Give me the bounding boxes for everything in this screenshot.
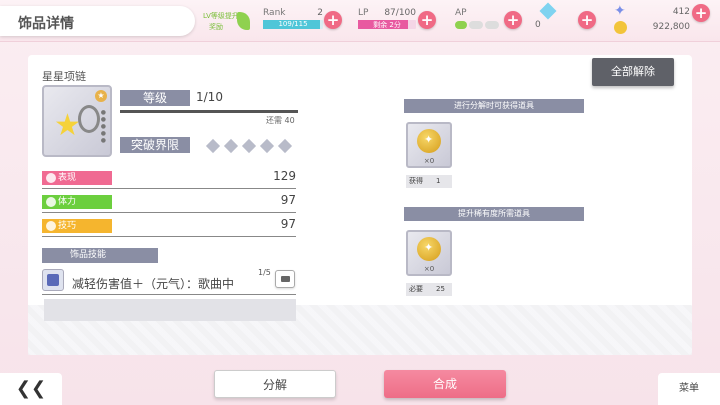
skill-description: 减轻伤害值＋（元气）：歌曲中 [72,277,235,291]
stat-value: 97 [280,193,296,207]
level-divider [120,110,298,113]
stat-value: 129 [273,169,296,183]
title-bar: 饰品详情 [0,6,195,36]
lp-value: 87/100 [384,8,416,18]
page-title: 饰品详情 [18,16,74,32]
coin-icon [614,21,627,34]
dismantle-rewards-header: 进行分解时可获得道具 [404,99,584,113]
level-remaining: 还需 40 [266,116,295,125]
limit-break-diamond-icon [241,138,257,154]
speech-bubble-icon [281,276,290,282]
medal-star-icon: ✦ [424,241,434,254]
stat-value: 97 [280,217,296,231]
rank-label: Rank [263,8,286,18]
skill-icon [42,269,64,291]
limit-break-indicators [205,138,298,154]
reward-sub-label: 奖励 [209,23,223,31]
ap-leaf-icon-empty [485,21,499,29]
stat-label: 技巧 [58,221,77,231]
star-gem-icon: ✦ [614,3,626,19]
dismantle-reward-info: 获得 1 [406,175,452,188]
leaf-icon [237,12,250,30]
upgrade-required-info: 必要 25 [406,283,452,296]
coin-value: 922,800 [652,22,690,32]
stat-row-technique: 技巧 97 [42,217,296,237]
unlock-all-button[interactable]: 全部解除 [592,58,674,86]
stat-row-stamina: 体力 97 [42,193,296,213]
menu-button[interactable]: 菜单 [658,373,720,405]
skill-divider [42,294,296,295]
gem-plus-button[interactable]: + [578,11,596,29]
rarity-dots: ● ● ● ● ● [100,109,106,144]
limit-break-diamond-icon [223,138,239,154]
info-value: 1 [436,177,441,185]
stat-tag-stamina: 体力 [42,195,112,209]
heart-shield-icon [47,274,59,286]
lp-group: LP 87/100 剩余 2分 [358,8,416,36]
attribute-badge-icon: ★ [95,90,107,102]
lp-plus-button[interactable]: + [418,11,436,29]
skill-level-count: 1/5 [258,268,271,277]
star-necklace-icon: ★ [54,108,81,143]
ap-leaf-icon [455,21,467,29]
star-gem-plus-button[interactable]: + [692,4,710,22]
info-label: 必要 [409,285,423,293]
item-quantity: ×0 [423,265,435,273]
ap-group: AP [455,8,503,36]
craft-button[interactable]: 合成 [384,370,506,398]
smile-icon [46,173,56,183]
heart-icon [46,197,56,207]
medal-star-icon: ✦ [424,133,434,146]
level-tag: 等级 [120,90,190,106]
item-card[interactable]: ★ ★ ● ● ● ● ● [42,85,112,157]
ap-plus-button[interactable]: + [504,11,522,29]
limit-break-tag: 突破界限 [120,137,190,153]
rank-plus-button[interactable]: + [324,11,342,29]
star-gem-value: 412 [672,7,690,17]
limit-break-diamond-icon [205,138,221,154]
info-value: 25 [436,285,445,293]
stat-tag-technique: 技巧 [42,219,112,233]
back-button[interactable]: ❮❮ [0,373,62,405]
reward-label: LV等级提升 [203,12,239,20]
empty-skill-slot [44,299,296,321]
accessory-detail-panel: 星星项链 ★ ★ ● ● ● ● ● 等级 1/10 还需 40 突破界限 表现 129… [28,55,692,355]
stat-label: 表现 [58,173,77,183]
upgrade-requirements-header: 提升稀有度所需道具 [404,207,584,221]
stat-label: 体力 [58,197,77,207]
technique-icon [46,221,56,231]
skill-detail-button[interactable] [275,270,295,288]
info-label: 获得 [409,177,423,185]
lp-sub-text: 剩余 2分 [373,21,401,29]
lp-label: LP [358,8,369,18]
level-up-reward-badge[interactable]: LV等级提升 奖励 [203,9,251,33]
item-quantity: ×0 [423,157,435,165]
item-name: 星星项链 [42,70,86,83]
rank-group: Rank 2 109/115 [263,8,323,36]
gem-value: 0 [535,20,541,30]
stat-tag-appeal: 表现 [42,171,112,185]
stat-divider [42,212,296,213]
stat-divider [42,236,296,237]
dismantle-button[interactable]: 分解 [214,370,336,398]
ap-label: AP [455,8,467,18]
upgrade-required-item[interactable]: ✦ ×0 [406,230,452,276]
limit-break-diamond-icon [277,138,293,154]
top-bar: 饰品详情 LV等级提升 奖励 Rank 2 109/115 + LP 87/10… [0,0,720,42]
rank-value: 2 [317,8,323,18]
limit-break-diamond-icon [259,138,275,154]
skill-section-tag: 饰品技能 [42,248,158,263]
rank-progress-text: 109/115 [278,20,308,28]
ap-leaf-icon-empty [469,21,483,29]
dismantle-reward-item[interactable]: ✦ ×0 [406,122,452,168]
stat-divider [42,188,296,189]
stat-row-appeal: 表现 129 [42,169,296,189]
level-value: 1/10 [196,90,223,104]
gem-icon [539,2,557,20]
chain-icon [78,105,100,133]
